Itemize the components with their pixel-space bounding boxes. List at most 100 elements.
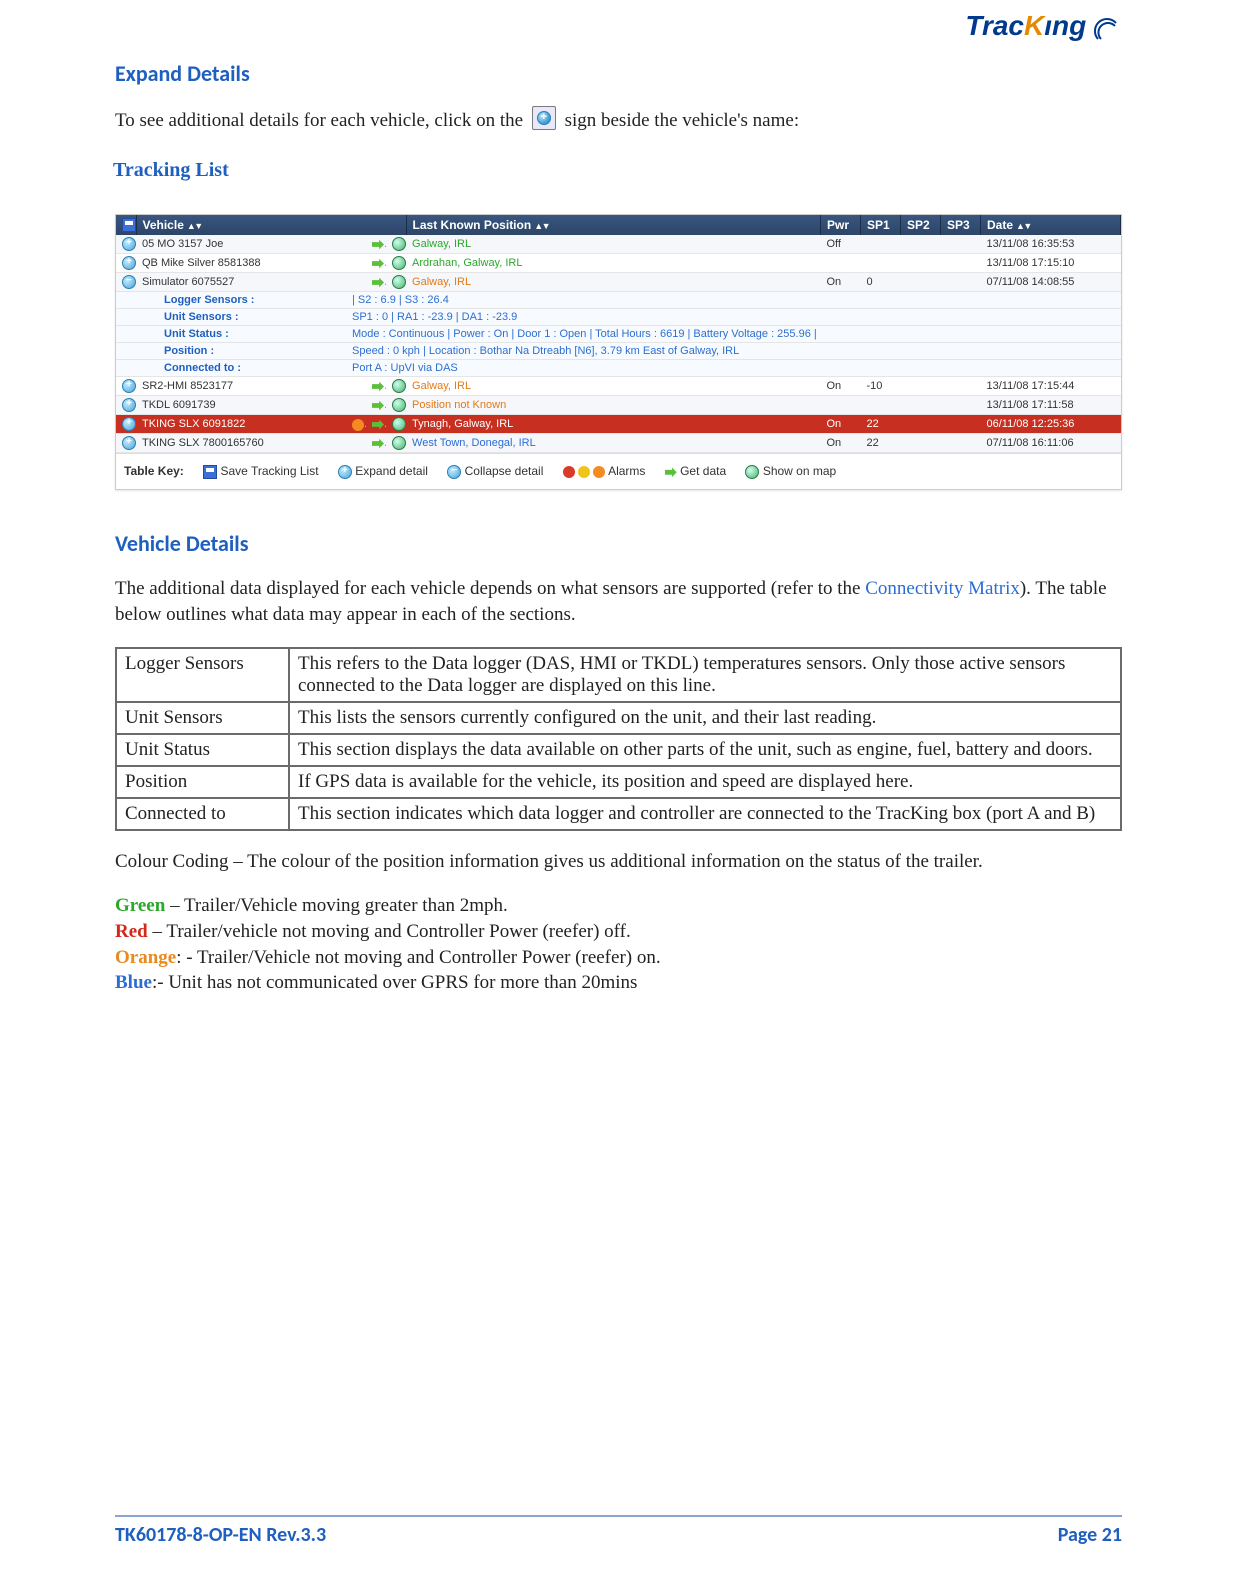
- position-cell: Tynagh, Galway, IRL: [406, 415, 820, 434]
- getdata-icon[interactable]: [372, 419, 384, 431]
- getdata-icon[interactable]: [372, 400, 384, 412]
- colour-label: Red: [115, 921, 148, 942]
- table-row[interactable]: SR2-HMI 8523177Galway, IRLOn-1013/11/08 …: [116, 377, 1121, 396]
- globe-icon: [745, 465, 759, 479]
- position-header[interactable]: Last Known Position▲ ▼: [406, 215, 820, 236]
- table-row[interactable]: QB Mike Silver 8581388Ardrahan, Galway, …: [116, 254, 1121, 273]
- sp3-cell: [941, 254, 981, 273]
- getdata-icon[interactable]: [372, 277, 384, 289]
- getdata-icon[interactable]: [372, 258, 384, 270]
- key-getdata: Get data: [665, 464, 726, 478]
- sp2-cell: [901, 273, 941, 292]
- globe-icon[interactable]: [392, 275, 406, 289]
- vehicle-cell: 05 MO 3157 Joe: [136, 235, 346, 254]
- detail-label: Position :: [136, 343, 346, 360]
- definition-value: This section displays the data available…: [289, 734, 1121, 766]
- sp3-cell: [941, 434, 981, 453]
- detail-row: Connected to :Port A : UpVI via DAS: [116, 360, 1121, 377]
- table-key-bar: Table Key: Save Tracking List Expand det…: [116, 453, 1121, 489]
- table-row[interactable]: TKING SLX 6091822Tynagh, Galway, IRLOn22…: [116, 415, 1121, 434]
- colour-text: Unit has not communicated over GPRS for …: [168, 972, 637, 993]
- vehicle-cell: QB Mike Silver 8581388: [136, 254, 346, 273]
- pwr-cell: [821, 254, 861, 273]
- connectivity-matrix-link[interactable]: Connectivity Matrix: [865, 578, 1020, 599]
- save-icon: [203, 465, 217, 479]
- tracking-list-screenshot: Tracking List Vehicle▲ ▼ Last Known Posi…: [115, 153, 1122, 491]
- globe-icon[interactable]: [392, 379, 406, 393]
- position-cell: Galway, IRL: [406, 273, 820, 292]
- expand-icon[interactable]: [122, 398, 136, 412]
- date-cell: 07/11/08 16:11:06: [981, 434, 1121, 453]
- intro-post: sign beside the vehicle's name:: [565, 110, 800, 131]
- date-cell: 13/11/08 17:11:58: [981, 396, 1121, 415]
- vehicle-header[interactable]: Vehicle▲ ▼: [136, 215, 406, 236]
- expand-icon[interactable]: [122, 256, 136, 270]
- globe-icon[interactable]: [392, 417, 406, 431]
- definition-key: Logger Sensors: [116, 648, 289, 702]
- globe-icon[interactable]: [392, 436, 406, 450]
- vehicle-cell: Simulator 6075527: [136, 273, 346, 292]
- intro-pre: To see additional details for each vehic…: [115, 110, 528, 131]
- sp1-cell: [861, 396, 901, 415]
- definition-key: Unit Status: [116, 734, 289, 766]
- pwr-header[interactable]: Pwr: [821, 215, 861, 236]
- collapse-icon[interactable]: [122, 275, 136, 289]
- detail-row: Unit Sensors :SP1 : 0 | RA1 : -23.9 | DA…: [116, 309, 1121, 326]
- expand-icon[interactable]: [122, 436, 136, 450]
- key-save: Save Tracking List: [203, 464, 318, 478]
- colour-label: Blue: [115, 972, 152, 993]
- definition-value: This section indicates which data logger…: [289, 798, 1121, 830]
- expand-icon[interactable]: [122, 417, 136, 431]
- expand-icon[interactable]: [122, 237, 136, 251]
- table-row[interactable]: TKING SLX 7800165760West Town, Donegal, …: [116, 434, 1121, 453]
- pwr-cell: On: [821, 434, 861, 453]
- expand-details-heading: Expand Details: [115, 60, 1122, 87]
- getdata-icon: [665, 466, 677, 478]
- alarm-icon[interactable]: [352, 419, 364, 431]
- intro-text: To see additional details for each vehic…: [115, 106, 1122, 134]
- table-row[interactable]: Simulator 6075527Galway, IRLOn007/11/08 …: [116, 273, 1121, 292]
- globe-icon[interactable]: [392, 237, 406, 251]
- definition-value: If GPS data is available for the vehicle…: [289, 766, 1121, 798]
- pwr-cell: On: [821, 273, 861, 292]
- alarm-icon: [578, 466, 590, 478]
- colour-coding-intro: Colour Coding – The colour of the positi…: [115, 849, 1122, 875]
- date-cell: 06/11/08 12:25:36: [981, 415, 1121, 434]
- definition-row: Connected toThis section indicates which…: [116, 798, 1121, 830]
- sp1-header[interactable]: SP1: [861, 215, 901, 236]
- sp2-cell: [901, 235, 941, 254]
- sort-icon: ▲ ▼: [534, 221, 548, 231]
- date-cell: 13/11/08 16:35:53: [981, 235, 1121, 254]
- date-header[interactable]: Date▲ ▼: [981, 215, 1121, 236]
- getdata-icon[interactable]: [372, 381, 384, 393]
- definition-row: Logger SensorsThis refers to the Data lo…: [116, 648, 1121, 702]
- vehicle-cell: SR2-HMI 8523177: [136, 377, 346, 396]
- tracking-list-title: Tracking List: [113, 153, 1122, 190]
- expand-icon[interactable]: [122, 379, 136, 393]
- sp3-cell: [941, 396, 981, 415]
- date-cell: 13/11/08 17:15:44: [981, 377, 1121, 396]
- colour-text: Trailer/vehicle not moving and Controlle…: [166, 921, 630, 942]
- save-header-cell[interactable]: [116, 215, 136, 236]
- sp1-cell: [861, 254, 901, 273]
- sp2-cell: [901, 377, 941, 396]
- pwr-cell: On: [821, 415, 861, 434]
- globe-icon[interactable]: [392, 398, 406, 412]
- vehicle-details-heading: Vehicle Details: [115, 530, 1122, 557]
- table-row[interactable]: TKDL 6091739Position not Known13/11/08 1…: [116, 396, 1121, 415]
- detail-row: Unit Status :Mode : Continuous | Power :…: [116, 326, 1121, 343]
- table-row[interactable]: 05 MO 3157 JoeGalway, IRLOff13/11/08 16:…: [116, 235, 1121, 254]
- date-cell: 13/11/08 17:15:10: [981, 254, 1121, 273]
- getdata-icon[interactable]: [372, 239, 384, 251]
- sp3-cell: [941, 273, 981, 292]
- getdata-icon[interactable]: [372, 438, 384, 450]
- expand-icon: [532, 106, 556, 130]
- sp3-header[interactable]: SP3: [941, 215, 981, 236]
- globe-icon[interactable]: [392, 256, 406, 270]
- detail-row: Position :Speed : 0 kph | Location : Bot…: [116, 343, 1121, 360]
- footer-left: TK60178-8-OP-EN Rev.3.3: [115, 1523, 326, 1547]
- alarm-icon: [593, 466, 605, 478]
- table-key-label: Table Key:: [124, 464, 184, 478]
- sp2-header[interactable]: SP2: [901, 215, 941, 236]
- definition-row: Unit StatusThis section displays the dat…: [116, 734, 1121, 766]
